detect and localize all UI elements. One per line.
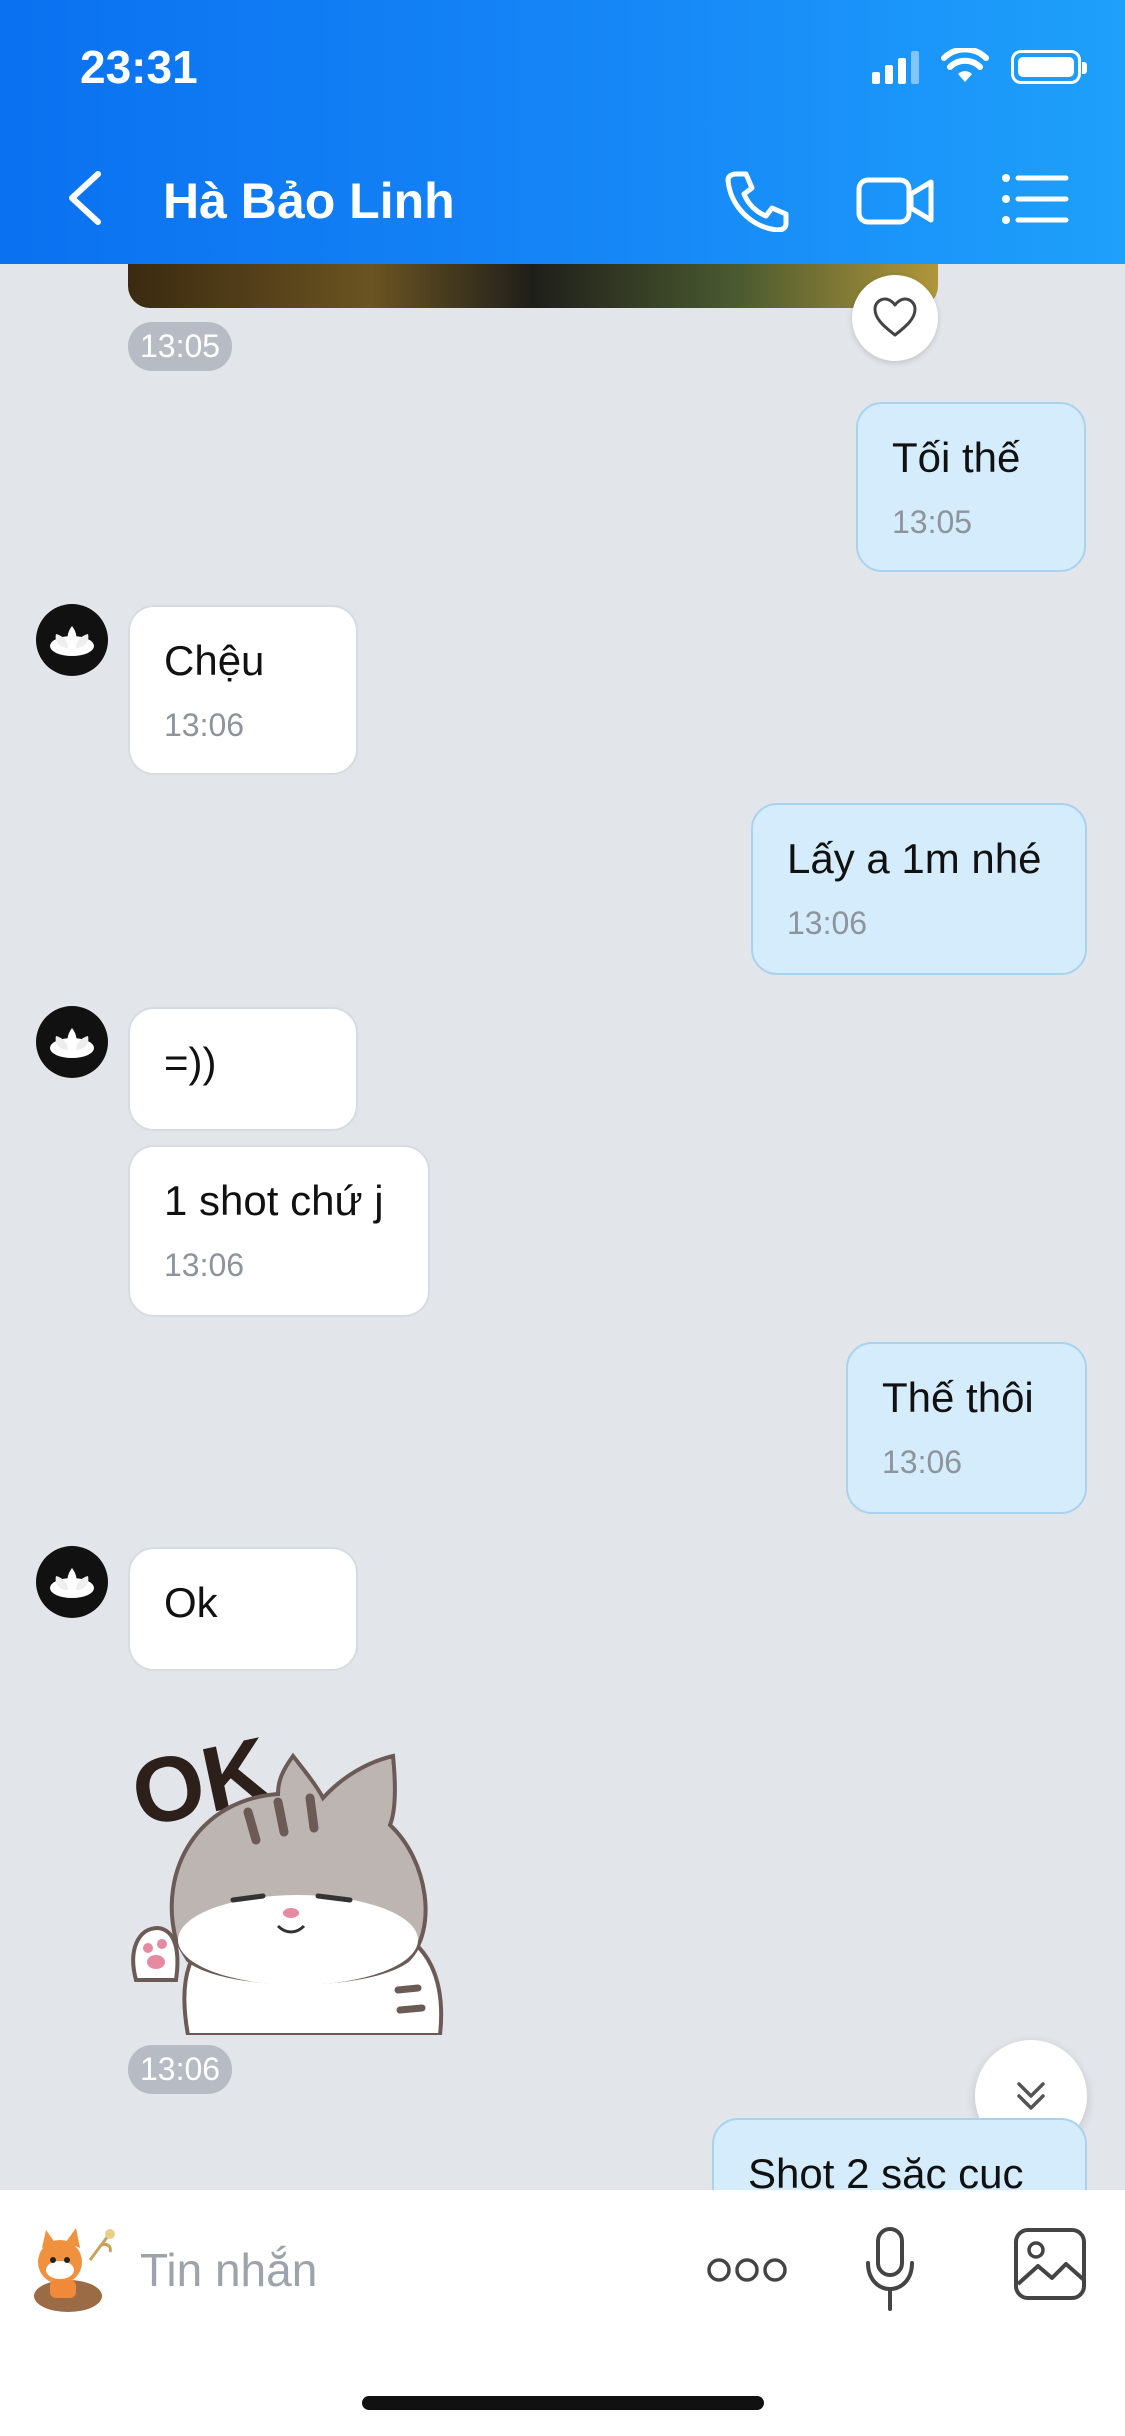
outgoing-message[interactable]: Tối thế 13:05 [856,402,1086,572]
incoming-message[interactable]: 1 shot chứ j 13:06 [128,1145,430,1317]
message-text: Ok [164,1579,218,1626]
message-text: Lấy a 1m nhé [787,835,1042,882]
message-time: 13:06 [128,2045,233,2094]
message-time: 13:06 [787,905,868,941]
message-text: =)) [164,1039,217,1086]
react-button[interactable] [852,275,938,361]
incoming-message[interactable]: =)) [128,1007,358,1131]
cellular-signal-icon [872,50,919,84]
battery-icon [1011,50,1087,84]
outgoing-message[interactable]: Lấy a 1m nhé 13:06 [751,803,1087,975]
home-indicator [362,2396,764,2410]
message-time: 13:06 [164,1247,245,1283]
incoming-message[interactable]: Chệu 13:06 [128,605,358,775]
message-text: Chệu [164,637,265,684]
wifi-icon [941,48,989,82]
message-input[interactable] [140,2230,660,2310]
image-icon[interactable] [1012,2226,1088,2302]
video-camera-icon[interactable] [855,170,935,230]
message-text: 1 shot chứ j [164,1177,384,1224]
chevron-left-icon[interactable] [60,168,110,228]
message-text: Tối thế [892,434,1021,481]
heart-icon [873,297,917,337]
cat-ok-sticker[interactable]: OK [128,1690,468,2035]
incoming-message[interactable]: Ok [128,1547,358,1671]
avatar[interactable] [36,604,108,676]
contact-name[interactable]: Hà Bảo Linh [163,172,455,230]
lotus-avatar-icon [50,1568,94,1598]
message-time: 13:05 [892,504,973,540]
photo-message[interactable] [128,262,938,308]
lotus-avatar-icon [50,626,94,656]
phone-icon[interactable] [722,168,792,232]
lotus-avatar-icon [50,1028,94,1058]
outgoing-message[interactable]: Thế thôi 13:06 [846,1342,1087,1514]
list-menu-icon[interactable] [1000,170,1070,228]
message-time: 13:05 [128,322,233,371]
message-input-bar [0,2190,1125,2436]
avatar[interactable] [36,1546,108,1618]
message-time: 13:06 [882,1444,963,1480]
double-chevron-down-icon [1017,2082,1045,2110]
more-dots-icon[interactable] [705,2248,789,2292]
microphone-icon[interactable] [862,2225,918,2313]
avatar[interactable] [36,1006,108,1078]
message-time: 13:06 [164,707,245,743]
status-icons [872,48,1087,84]
status-time: 23:31 [80,41,198,93]
message-text: Thế thôi [882,1374,1034,1421]
chat-header: 23:31 Hà Bảo Linh [0,0,1125,264]
sticker-icon[interactable] [20,2220,120,2320]
